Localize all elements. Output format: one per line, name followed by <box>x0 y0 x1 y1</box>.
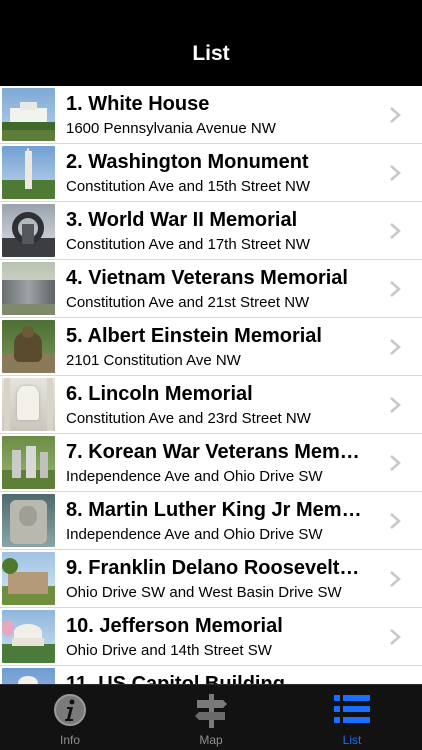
tab-info[interactable]: Info <box>0 685 140 750</box>
item-address: Constitution Ave and 15th Street NW <box>66 178 311 195</box>
list-item[interactable]: 6. Lincoln Memorial Constitution Ave and… <box>0 376 422 434</box>
item-name: 7. Korean War Veterans Mem… <box>66 441 360 463</box>
chevron-right-icon <box>390 339 401 355</box>
list-item[interactable]: 9. Franklin Delano Roosevelt… Ohio Drive… <box>0 550 422 608</box>
item-address: Independence Ave and Ohio Drive SW <box>66 468 323 485</box>
fdr-memorial-thumbnail <box>2 552 55 605</box>
chevron-right-icon <box>390 629 401 645</box>
landmark-list[interactable]: 1. White House 1600 Pennsylvania Avenue … <box>0 86 422 684</box>
tab-label: Info <box>59 733 80 747</box>
item-name: 1. White House <box>66 93 210 115</box>
tab-list[interactable]: List <box>282 685 422 750</box>
item-name: 8. Martin Luther King Jr Mem… <box>66 499 362 521</box>
list-item[interactable]: 10. Jefferson Memorial Ohio Drive and 14… <box>0 608 422 666</box>
list-item[interactable]: 5. Albert Einstein Memorial 2101 Constit… <box>0 318 422 376</box>
einstein-memorial-thumbnail <box>2 320 55 373</box>
item-name: 6. Lincoln Memorial <box>66 383 253 405</box>
chevron-right-icon <box>390 397 401 413</box>
chevron-right-icon <box>390 107 401 123</box>
item-name: 11. US Capitol Building <box>66 673 285 684</box>
signpost-icon <box>195 694 227 728</box>
item-name: 4. Vietnam Veterans Memorial <box>66 267 348 289</box>
vietnam-memorial-thumbnail <box>2 262 55 315</box>
chevron-right-icon <box>390 513 401 529</box>
list-item[interactable]: 1. White House 1600 Pennsylvania Avenue … <box>0 86 422 144</box>
tab-map[interactable]: Map <box>141 685 281 750</box>
info-icon <box>54 694 86 726</box>
item-address: Constitution Ave and 21st Street NW <box>66 294 310 311</box>
item-name: 5. Albert Einstein Memorial <box>66 325 322 347</box>
tab-bar: Info Map List <box>0 684 422 750</box>
item-name: 2. Washington Monument <box>66 151 309 173</box>
list-item[interactable]: 8. Martin Luther King Jr Mem… Independen… <box>0 492 422 550</box>
item-address: Constitution Ave and 23rd Street NW <box>66 410 311 427</box>
item-name: 9. Franklin Delano Roosevelt… <box>66 557 360 579</box>
navigation-bar: List <box>0 0 422 86</box>
item-address: 2101 Constitution Ave NW <box>66 352 241 369</box>
list-item[interactable]: 11. US Capitol Building <box>0 666 422 684</box>
item-address: Ohio Drive SW and West Basin Drive SW <box>66 584 342 601</box>
item-address: Independence Ave and Ohio Drive SW <box>66 526 323 543</box>
white-house-thumbnail <box>2 88 55 141</box>
list-item[interactable]: 4. Vietnam Veterans Memorial Constitutio… <box>0 260 422 318</box>
page-title: List <box>192 42 230 65</box>
list-item[interactable]: 3. World War II Memorial Constitution Av… <box>0 202 422 260</box>
korean-war-memorial-thumbnail <box>2 436 55 489</box>
wwii-memorial-thumbnail <box>2 204 55 257</box>
mlk-memorial-thumbnail <box>2 494 55 547</box>
chevron-right-icon <box>390 165 401 181</box>
tab-label: List <box>342 733 362 747</box>
list-item[interactable]: 7. Korean War Veterans Mem… Independence… <box>0 434 422 492</box>
tab-label: Map <box>199 733 223 747</box>
item-address: Ohio Drive and 14th Street SW <box>66 642 272 659</box>
jefferson-memorial-thumbnail <box>2 610 55 663</box>
list-item[interactable]: 2. Washington Monument Constitution Ave … <box>0 144 422 202</box>
item-name: 10. Jefferson Memorial <box>66 615 283 637</box>
item-name: 3. World War II Memorial <box>66 209 298 231</box>
chevron-right-icon <box>390 571 401 587</box>
lincoln-memorial-thumbnail <box>2 378 55 431</box>
chevron-right-icon <box>390 455 401 471</box>
chevron-right-icon <box>390 223 401 239</box>
washington-monument-thumbnail <box>2 146 55 199</box>
list-icon <box>334 695 370 723</box>
item-address: 1600 Pennsylvania Avenue NW <box>66 120 276 137</box>
item-address: Constitution Ave and 17th Street NW <box>66 236 311 253</box>
chevron-right-icon <box>390 281 401 297</box>
capitol-building-thumbnail <box>2 668 55 684</box>
